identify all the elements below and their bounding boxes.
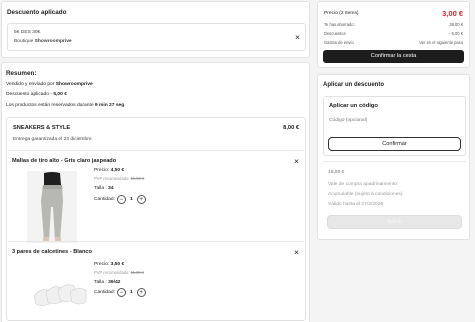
totals-shipping-value: Ver en el siguiente paso [419,40,463,45]
minus-icon[interactable]: − [116,195,126,204]
apply-discount-card: Aplicar un descuento Aplicar un código C… [317,74,470,240]
voucher-amount: 15,00 € [328,170,345,175]
rrp-label: PVP recomendado: [94,270,131,275]
totals-price-value: 3,00 € [442,9,463,18]
reserved-prefix: Los productos están reservados durante [6,103,95,108]
item-rrp: PVP recomendado: 11,00 € [94,270,144,275]
summary-discount-prefix: Descuento aplicado - [6,92,54,97]
item-quantity: Cantidad: − 1 + [94,195,146,204]
qty-value: 1 [129,197,133,202]
cart-item: 3 pares de calcetines - Blanco × Precio:… [8,241,304,321]
size-label: Talla : [94,280,109,285]
item-rrp: PVP recomendado: 15,00 € [94,176,144,181]
shipment-delivery: Entrega garantizada el 23 diciembre [13,137,92,142]
size-value: 39/42 [108,280,121,285]
price-label: Precio: [94,262,111,267]
close-icon[interactable]: × [294,248,299,257]
summary-title: Resumen: [6,70,37,77]
qty-label: Cantidad: [94,197,115,202]
qty-label: Cantidad: [94,290,115,295]
confirm-cart-button[interactable]: Confirmar la cesta [323,50,464,63]
close-icon[interactable]: × [294,157,299,166]
qty-value: 1 [129,290,133,295]
cart-item: Mallas de tiro alto - Gris claro jaspead… [8,150,304,243]
totals-discounts-label: Descuentos [324,31,346,36]
item-size: Talla : 39/42 [94,280,120,285]
apply-code-title: Aplicar un código [329,103,378,109]
code-input[interactable]: Código (opcional) [329,118,460,128]
price-label: Precio: [94,168,111,173]
size-label: Talla : [94,186,109,191]
rrp-label: PVP recomendado: [94,176,131,181]
item-price: Precio: 3,50 € [94,262,124,267]
shipment-box: SNEAKERS & STYLE 8,00 € Entrega garantiz… [6,117,306,321]
totals-discounts-value: - 5,00 € [449,31,463,36]
shipment-header: SNEAKERS & STYLE 8,00 € [13,125,299,131]
sold-by-name: Showroomprive [55,82,93,87]
totals-saved-label: Te has ahorrado: [324,22,355,27]
item-size: Talla : 34 [94,186,114,191]
item-image[interactable] [30,274,90,318]
totals-price-row: Precio (2 Items) 3,00 € [324,9,463,18]
discount-boutique: Boutique Showroomprive [14,39,72,44]
price-value: 4,50 € [110,168,125,173]
rrp-value: 11,00 € [130,270,144,275]
discount-applied-card: Descuento aplicado 5€ DES 30€ Boutique S… [1,1,310,58]
shipment-brand: SNEAKERS & STYLE [13,125,71,131]
discount-applied-title: Descuento aplicado [7,9,67,16]
item-quantity: Cantidad: − 1 + [94,288,146,297]
apply-voucher-button[interactable]: Aplicar [327,215,462,229]
reserved-time: 9 min 27 seg [94,103,125,108]
reserved-suffix: . [124,103,126,108]
shipment-total: 8,00 € [283,125,299,131]
close-icon[interactable]: × [295,33,300,42]
voucher-valid: Válido hasta el 27/3/2026 [328,202,384,207]
item-image[interactable] [27,171,77,243]
totals-shipping-label: Gastos de envío [324,40,354,45]
summary-reserved: Los productos están reservados durante 9… [6,103,126,108]
voucher-description: Vale de compra apadrinamiento [328,182,397,187]
totals-discounts-row: Descuentos - 5,00 € [324,31,463,36]
discount-code-box: 5€ DES 30€ Boutique Showroomprive × [7,23,306,51]
totals-shipping-row: Gastos de envío Ver en el siguiente paso [324,40,463,45]
totals-saved-row: Te has ahorrado: 38,00 € [324,22,463,27]
item-price: Precio: 4,50 € [94,168,124,173]
apply-code-box: Aplicar un código Código (opcional) Conf… [323,96,466,156]
summary-sold-by: Vendido y enviado por Showroomprive [6,82,93,87]
sold-by-prefix: Vendido y enviado por [6,82,56,87]
item-name[interactable]: 3 pares de calcetines - Blanco [12,249,92,255]
totals-saved-value: 38,00 € [449,22,463,27]
totals-price-label: Precio (2 Items) [324,11,359,16]
price-value: 3,50 € [110,262,125,267]
summary-card: Resumen: Vendido y enviado por Showroomp… [1,62,310,322]
size-value: 34 [108,186,114,191]
discount-code: 5€ DES 30€ [14,30,41,35]
plus-icon[interactable]: + [136,195,146,204]
discount-boutique-name: Showroomprive [34,39,72,44]
voucher-note: Acumulable (sujeto a condiciones) [328,192,403,197]
rrp-value: 15,00 € [130,176,145,181]
totals-card: Precio (2 Items) 3,00 € Te has ahorrado:… [317,1,470,68]
plus-icon[interactable]: + [136,288,146,297]
summary-discount: Descuento aplicado - 5,00 € [6,92,67,97]
voucher-box: 15,00 € Vale de compra apadrinamiento Ac… [323,161,466,235]
discount-boutique-prefix: Boutique [14,39,35,44]
apply-discount-title: Aplicar un descuento [323,82,385,88]
confirm-code-button[interactable]: Confirmar [328,137,461,151]
minus-icon[interactable]: − [116,288,126,297]
item-name[interactable]: Mallas de tiro alto - Gris claro jaspead… [12,158,116,164]
summary-discount-value: 5,00 € [53,92,67,97]
